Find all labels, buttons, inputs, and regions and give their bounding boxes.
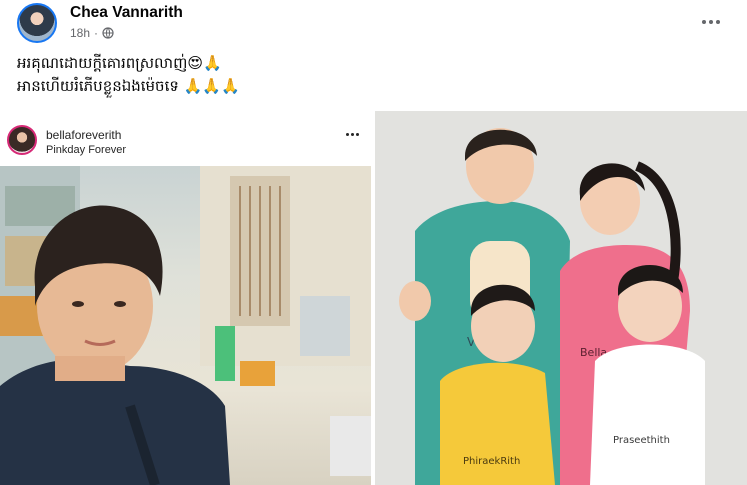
selfie-photo xyxy=(0,166,371,485)
author-avatar[interactable] xyxy=(17,3,57,43)
instagram-header: bellaforeverith Pinkday Forever xyxy=(0,111,371,166)
family-photo[interactable]: V Bella PhiraekRith Praseethith xyxy=(375,111,747,485)
boy-left-shirt-text: PhiraekRith xyxy=(463,456,520,467)
instagram-subtitle: Pinkday Forever xyxy=(46,144,127,156)
caption-line-1: អរគុណដោយក្ដីគោរពស្រលាញ់😍🙏 xyxy=(17,54,222,72)
instagram-more-icon xyxy=(346,133,359,136)
selfie-illustration xyxy=(0,166,371,485)
instagram-screenshot[interactable]: bellaforeverith Pinkday Forever xyxy=(0,111,373,485)
instagram-avatar xyxy=(7,125,37,155)
dot-icon xyxy=(709,20,713,24)
family-illustration: V Bella PhiraekRith Praseethith xyxy=(375,111,747,485)
post-header: Chea Vannarith 18h · xyxy=(0,0,747,50)
dot-icon xyxy=(702,20,706,24)
caption-line-2: អានហើយរំភើបខ្លួនឯងម៉េចទេ 🙏🙏🙏 xyxy=(17,77,240,95)
boy-right-shirt-text: Praseethith xyxy=(613,435,670,446)
meta-separator: · xyxy=(94,26,99,40)
more-options-button[interactable] xyxy=(699,12,723,32)
post-media[interactable]: bellaforeverith Pinkday Forever V Bella … xyxy=(0,111,747,485)
post-meta: 18h · xyxy=(70,26,114,40)
post-time[interactable]: 18h xyxy=(70,26,90,40)
post-caption: អរគុណដោយក្ដីគោរពស្រលាញ់😍🙏 អានហើយរំភើបខ្ល… xyxy=(17,52,240,98)
author-name[interactable]: Chea Vannarith xyxy=(70,4,183,22)
globe-icon[interactable] xyxy=(102,27,114,39)
dot-icon xyxy=(716,20,720,24)
instagram-username: bellaforeverith xyxy=(46,128,122,142)
